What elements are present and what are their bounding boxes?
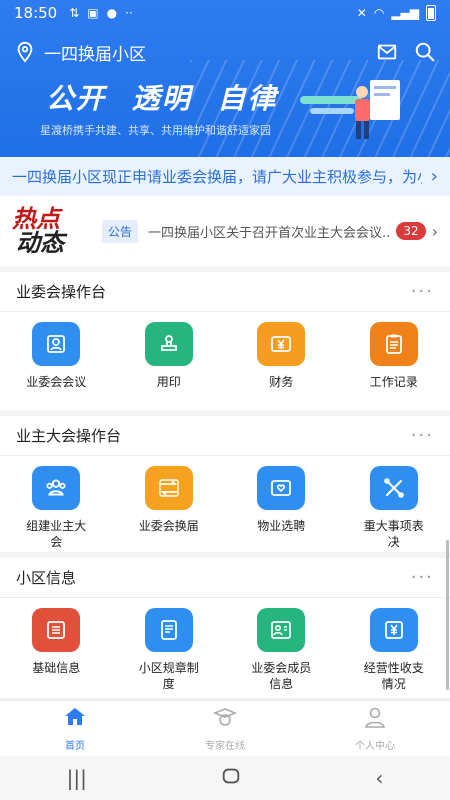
tile-finance[interactable]: 财务 (225, 322, 338, 390)
hot-news-text[interactable]: 一四换届小区关于召开首次业主大会会议... (148, 222, 390, 241)
tile-label: 业委会换届 (138, 519, 199, 533)
tile-label: 财务 (269, 375, 294, 389)
home-icon[interactable] (62, 705, 88, 733)
tile-committee-members[interactable]: 业委会成员信息 (225, 608, 338, 692)
notice-text[interactable]: 一四换届小区现正申请业委会换届，请广大业主积极参与，为小.. (12, 166, 422, 187)
status-notification-icons: ⇅ ▣ ● ·· (69, 6, 133, 20)
unread-count-badge: 32 (396, 222, 426, 240)
nav-label: 专家在线 (205, 741, 245, 752)
hot-logo-line1: 热点 (12, 205, 60, 233)
system-navigation-bar: ||| ‹ (0, 756, 450, 800)
mail-heart-icon[interactable] (257, 466, 306, 510)
hot-logo-line2: 动态 (16, 229, 64, 257)
more-dots-icon: ·· (125, 6, 133, 20)
tile-label: 用印 (156, 375, 181, 389)
finance-icon[interactable] (257, 322, 306, 366)
tile-committee-meeting[interactable]: 业委会会议 (0, 322, 113, 390)
chevron-right-icon[interactable]: › (432, 222, 438, 241)
banner-slogan: 公开 透明 自律 (46, 77, 292, 117)
hot-news-logo: 热点 动态 (12, 207, 90, 255)
chevron-right-icon[interactable]: › (422, 166, 438, 187)
nav-profile[interactable]: 个人中心 (300, 701, 450, 756)
meeting-icon[interactable] (32, 322, 81, 366)
transfer-icon: ⇅ (69, 6, 80, 20)
owners-assembly-section: 业主大会操作台 ··· 组建业主大会 业委会换届 物业选聘 重大事项表决 (0, 416, 450, 552)
section-title: 业主大会操作台 (16, 427, 122, 445)
mute-icon: ✕ (356, 6, 367, 20)
tile-label: 组建业主大会 (26, 519, 87, 549)
nav-label: 个人中心 (355, 741, 395, 752)
notice-bar[interactable]: 一四换届小区现正申请业委会换届，请广大业主积极参与，为小.. › (0, 157, 450, 195)
tile-income-expense[interactable]: 经营性收支情况 (338, 608, 450, 692)
slogan-word: 透明 (131, 82, 192, 115)
banner-subtitle: 星渡桥携手共建、共享、共用维护和谐舒适家园 (40, 124, 271, 137)
tile-committee-election[interactable]: 业委会换届 (113, 466, 226, 550)
battery-icon (426, 5, 436, 21)
wifi-icon: ◠ (373, 6, 385, 20)
user-icon[interactable] (362, 705, 388, 733)
mail-icon[interactable] (376, 41, 398, 63)
more-icon[interactable]: ··· (411, 567, 434, 588)
tile-label: 物业选聘 (257, 519, 306, 533)
scrollbar[interactable] (446, 540, 449, 690)
tile-seal[interactable]: 用印 (113, 322, 226, 390)
top-bar: 一四换届小区 (0, 36, 450, 68)
search-icon[interactable] (414, 41, 436, 63)
qq-icon: ● (106, 6, 118, 20)
slogan-word: 公开 (46, 82, 107, 115)
hot-news-bar[interactable]: 热点 动态 公告 一四换届小区关于召开首次业主大会会议... 32 › (0, 196, 450, 266)
expert-icon[interactable] (212, 705, 238, 733)
section-title: 业委会操作台 (16, 283, 107, 301)
clipboard-icon[interactable] (369, 322, 418, 366)
tile-form-assembly[interactable]: 组建业主大会 (0, 466, 113, 550)
slogan-word: 自律 (217, 82, 278, 115)
announcement-tag: 公告 (102, 219, 139, 243)
location-icon[interactable] (14, 41, 36, 63)
signal-icon: ▂▄▆ (391, 6, 419, 20)
tile-community-rules[interactable]: 小区规章制度 (113, 608, 226, 692)
status-bar: 18:50 ⇅ ▣ ● ·· ✕ ◠ ▂▄▆ (0, 0, 450, 26)
recent-apps-icon[interactable]: ||| (67, 766, 87, 790)
income-icon[interactable] (369, 608, 418, 652)
hero-banner: 18:50 ⇅ ▣ ● ·· ✕ ◠ ▂▄▆ 一四换届小区 公开 透明 自律 星… (0, 0, 450, 157)
tile-property-hiring[interactable]: 物业选聘 (225, 466, 338, 550)
rules-icon[interactable] (144, 608, 193, 652)
document-icon[interactable] (32, 608, 81, 652)
nav-expert[interactable]: 专家在线 (150, 701, 300, 756)
tile-label: 工作记录 (369, 375, 418, 389)
tile-label: 重大事项表决 (363, 519, 424, 549)
image-icon: ▣ (87, 6, 99, 20)
tile-major-vote[interactable]: 重大事项表决 (338, 466, 450, 550)
tools-icon[interactable] (369, 466, 418, 510)
nav-home[interactable]: 首页 (0, 701, 150, 756)
tile-basic-info[interactable]: 基础信息 (0, 608, 113, 692)
section-title: 小区信息 (16, 569, 77, 587)
nav-label: 首页 (65, 741, 85, 752)
tile-label: 业委会会议 (26, 375, 87, 389)
tile-label: 业委会成员信息 (251, 661, 312, 691)
tile-work-record[interactable]: 工作记录 (338, 322, 450, 390)
swap-icon[interactable] (144, 466, 193, 510)
committee-console-section: 业委会操作台 ··· 业委会会议 用印 财务 工作记录 (0, 272, 450, 410)
tile-label: 基础信息 (32, 661, 81, 675)
group-icon[interactable] (32, 466, 81, 510)
community-info-section: 小区信息 ··· 基础信息 小区规章制度 业委会成员信息 经营性收支情况 (0, 558, 450, 698)
banner-illustration (300, 80, 400, 139)
tile-label: 小区规章制度 (138, 661, 199, 691)
community-name[interactable]: 一四换届小区 (44, 40, 146, 65)
back-icon[interactable]: ‹ (375, 766, 383, 790)
bottom-navigation: 首页 专家在线 个人中心 (0, 700, 450, 756)
member-card-icon[interactable] (257, 608, 306, 652)
home-button-icon[interactable] (220, 765, 242, 792)
tile-label: 经营性收支情况 (363, 661, 424, 691)
status-system-icons: ✕ ◠ ▂▄▆ (357, 5, 436, 21)
more-icon[interactable]: ··· (411, 425, 434, 446)
more-icon[interactable]: ··· (411, 281, 434, 302)
status-time: 18:50 (14, 4, 58, 22)
seal-icon[interactable] (144, 322, 193, 366)
